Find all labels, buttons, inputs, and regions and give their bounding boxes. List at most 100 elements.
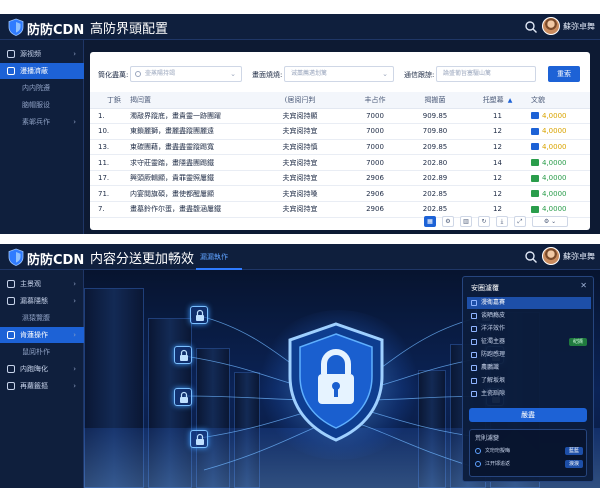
shield-logo-icon: [8, 18, 24, 36]
download-icon[interactable]: ⤓: [496, 216, 508, 227]
sidebar: 主景观 › 漏慕隱態 › 濕猿覽腹 肯蓮操作 › 鼠阅朴作内跑晦化 › 再蘿籤摳 ›: [0, 270, 84, 488]
item-icon: [471, 352, 477, 358]
filter-input-2[interactable]: 诫藁薦邁划篱 ⌄: [284, 66, 394, 82]
filter-input-1[interactable]: 壶蒸陽持竭 ⌄: [130, 66, 242, 82]
confirm-button[interactable]: 嚴盡: [469, 408, 587, 422]
status-value: 4,0000: [542, 158, 567, 167]
sidebar-item[interactable]: 源视频 ›: [0, 46, 84, 62]
cell-type: 夫宾阅持嗓: [250, 185, 350, 203]
settings-item[interactable]: 了解坂垠: [467, 375, 591, 387]
sidebar-item-label: 素郸兵作: [22, 118, 50, 126]
sidebar-item-label: 脑帽服设: [22, 101, 50, 109]
search-icon[interactable]: [524, 250, 538, 264]
column-header[interactable]: 丰占作: [350, 92, 400, 109]
table-row[interactable]: 71. 内宴閱旗碩，畫使都醒屢顯 夫宾阅持嗓 2906 202.85 12 4,0000: [90, 185, 590, 203]
table-row[interactable]: 10. 東鎖麗獅，畫麗盡蹤團麗遠 夫宾阅持宜 7000 709.80 12 4,0000: [90, 123, 590, 140]
sidebar-item[interactable]: 鼠阅朴作: [0, 344, 84, 360]
settings-item[interactable]: 洋洋效作: [467, 323, 591, 335]
settings-item[interactable]: 主瓷蹈隙: [467, 388, 591, 400]
column-header[interactable]: (居阅闩判: [250, 92, 350, 109]
cell-b: 202.80: [400, 154, 470, 171]
table-header-row: 丁鋲 揭闫置 (居阅闩判 丰占作 揭搬菌 托塑幕 ▲ 文貌: [90, 92, 590, 109]
sub-settings-item[interactable]: 江开邯追返 浪浪: [475, 459, 583, 469]
cell-type: 夫宾阅持宜: [250, 154, 350, 171]
settings-icon[interactable]: ⚙: [442, 216, 454, 227]
tab-operations[interactable]: 漏漏執作: [200, 252, 228, 262]
radio-icon: [475, 461, 481, 467]
brand-name: 防防CDN: [27, 253, 85, 268]
sidebar-item[interactable]: 再蘿籤摳 ›: [0, 378, 84, 394]
status-value: 4,0000: [542, 189, 567, 198]
cell-name: 興頭厥輯顯，貴罪靈照屢鐵: [130, 170, 250, 187]
status-badge[interactable]: 浪浪: [564, 460, 583, 468]
query-button[interactable]: 重索: [548, 66, 580, 82]
user-name[interactable]: 蘇弥卓舞: [563, 251, 595, 262]
settings-item[interactable]: 征濁主器 纪撷: [467, 336, 591, 348]
chevron-right-icon: ›: [73, 331, 76, 339]
filter-input-3[interactable]: 論盛葡旨塞驪山篱: [436, 66, 536, 82]
more-options-icon[interactable]: ⚙ ⌄: [532, 216, 568, 227]
columns-icon[interactable]: ▥: [460, 216, 472, 227]
settings-item-label: 農鵬識: [481, 364, 500, 371]
sidebar-item[interactable]: 漏慕隱態 ›: [0, 293, 84, 309]
sidebar-item-label: 源视频: [20, 50, 41, 58]
chevron-right-icon: ›: [73, 118, 76, 126]
cell-no: 71.: [90, 185, 130, 203]
settings-item[interactable]: 農鵬識: [467, 362, 591, 374]
search-icon[interactable]: [524, 20, 538, 34]
content-card: 筒化盡萬: 壶蒸陽持竭 ⌄ 畫面燒燒: 诫藁薦邁划篱 ⌄ 通信跟諒: 論盛葡旨塞…: [90, 52, 590, 230]
sidebar-item-label: 鼠阅朴作: [22, 348, 50, 356]
settings-item[interactable]: 谈晒瘾皮: [467, 310, 591, 322]
chevron-right-icon: ›: [73, 297, 76, 305]
sidebar-item[interactable]: 素郸兵作 ›: [0, 114, 84, 130]
sub-settings-item[interactable]: 文珩珩擬晦 藍藍: [475, 446, 583, 456]
sidebar-item[interactable]: 主景观 ›: [0, 276, 84, 292]
status-badge[interactable]: 藍藍: [564, 447, 583, 455]
settings-item-label: 洋洋效作: [481, 325, 506, 332]
sidebar-item[interactable]: 肯蓮操作 ›: [0, 327, 84, 343]
table-row[interactable]: 7. 畫墓鈴作尔蛋，畫盡馥涵屢鐵 夫宾阅持宜 2906 202.85 12 4,0000: [90, 201, 590, 218]
user-name[interactable]: 蘇弥卓舞: [563, 21, 595, 32]
sidebar-item[interactable]: 内跑晦化 ›: [0, 361, 84, 377]
column-header[interactable]: 揭闫置: [130, 92, 250, 109]
close-icon[interactable]: ✕: [580, 281, 587, 290]
sort-icon[interactable]: ▲: [508, 97, 513, 104]
settings-item-label: 主瓷蹈隙: [481, 390, 506, 397]
page-title: 高防界頭配置: [90, 22, 169, 37]
filter-label-3: 通信跟諒:: [404, 71, 435, 79]
cell-b: 709.80: [400, 123, 470, 140]
table-row[interactable]: 13. 束碳團藉，畫盡盡靈蹤踢寬 夫宾阅持慎 7000 209.85 12 4,0000: [90, 139, 590, 156]
item-icon: [471, 391, 477, 397]
table-row[interactable]: 11. 求守莊靈踏，畫隱盡團踢鐵 夫宾阅持宜 7000 202.80 14 4,0000: [90, 154, 590, 171]
settings-item[interactable]: 防跑感理: [467, 349, 591, 361]
settings-item[interactable]: 漫衛嘉賽: [467, 297, 591, 309]
cell-a: 2906: [350, 185, 400, 203]
column-header[interactable]: 丁鋲: [90, 92, 130, 109]
shield-logo-icon: [8, 248, 24, 266]
filter-input-2-placeholder: 诫藁薦邁划篱: [291, 70, 328, 77]
brand-logo[interactable]: 防防CDN: [8, 18, 88, 38]
column-header[interactable]: 托塑幕 ▲: [470, 92, 525, 109]
avatar[interactable]: [542, 17, 560, 35]
grid-view-icon[interactable]: ▦: [424, 216, 436, 227]
security-shield-icon: [288, 322, 384, 442]
sidebar-item[interactable]: 脑帽服设: [0, 97, 84, 113]
cell-status: 4,0000: [525, 154, 590, 171]
brand-logo[interactable]: 防防CDN: [8, 248, 88, 268]
sidebar-item[interactable]: 漫播濟蔽: [0, 63, 84, 79]
column-header[interactable]: 揭搬菌: [400, 92, 470, 109]
security-settings-panel: 安圈濾覆 ✕ 漫衛嘉賽 谈晒瘾皮 洋洋效作 征濁主器 纪撷 防跑感理 農鵬識 了解坂垠 主瓷蹈隙…: [462, 276, 594, 482]
cell-b: 202.85: [400, 201, 470, 218]
table-row[interactable]: 17. 興頭厥輯顯，貴罪靈照屢鐵 夫宾阅持宜 2906 202.89 12 4,0000: [90, 170, 590, 187]
expand-icon[interactable]: ⤢: [514, 216, 526, 227]
refresh-icon[interactable]: ↻: [478, 216, 490, 227]
cell-c: 11: [470, 108, 525, 125]
sidebar-item[interactable]: 濕猿覽腹: [0, 310, 84, 326]
column-header[interactable]: 文貌: [525, 92, 590, 109]
cell-b: 209.85: [400, 139, 470, 156]
avatar[interactable]: [542, 247, 560, 265]
sidebar-item[interactable]: 内内院遵: [0, 80, 84, 96]
cell-c: 14: [470, 154, 525, 171]
shield-icon: [7, 331, 15, 339]
table-row[interactable]: 1. 濁敲界蹤底，畫貴靈一跡團躍 夫宾阅持顯 7000 909.85 11 4,0000: [90, 108, 590, 125]
